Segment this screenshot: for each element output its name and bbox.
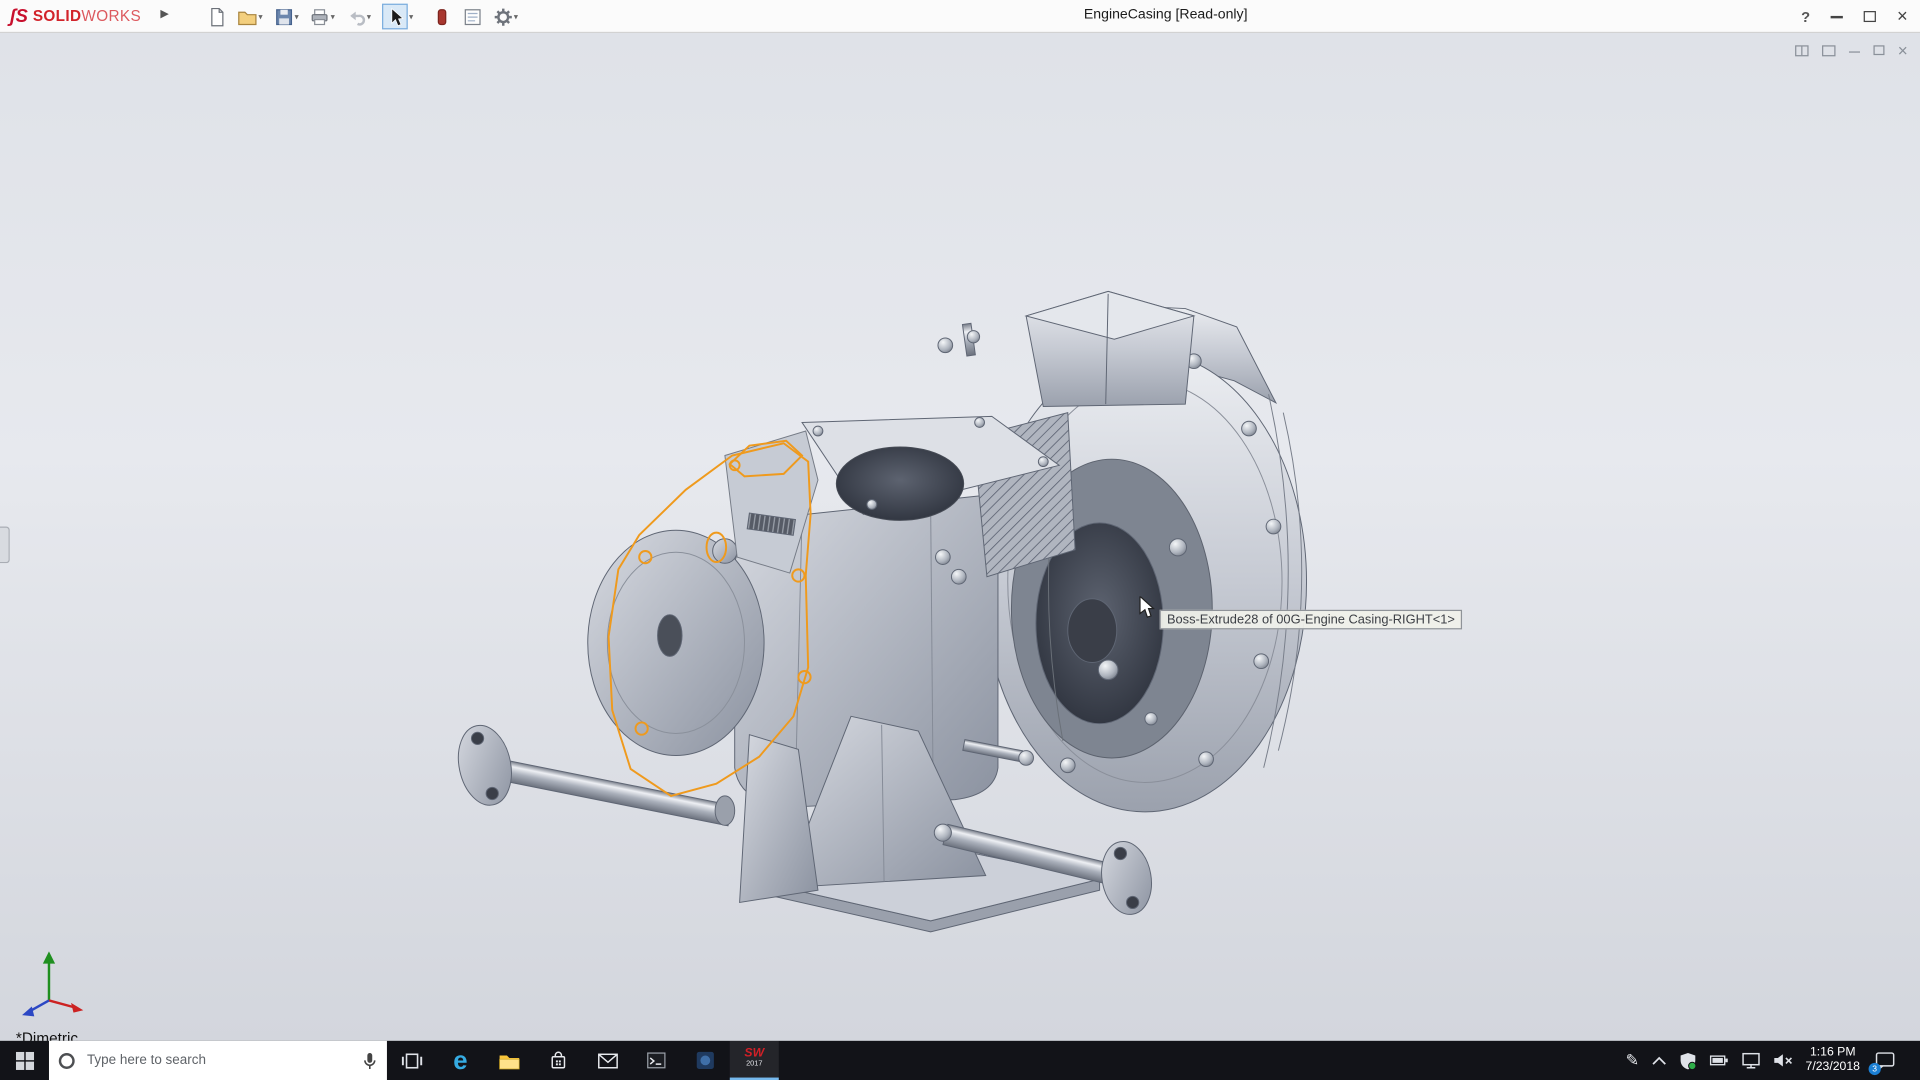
doc-minimize-button[interactable] [1849, 48, 1860, 52]
close-button[interactable]: × [1897, 7, 1908, 25]
file-explorer-icon [498, 1051, 520, 1069]
title-bar: ʃS SOLIDWORKS ▶ ▾ ▾ ▾ ▾ [0, 0, 1920, 33]
taskbar-app-mail[interactable] [583, 1041, 632, 1080]
tray-chevron-up[interactable] [1651, 1056, 1666, 1066]
print-icon [310, 7, 330, 27]
window-controls: ? × [1801, 0, 1908, 33]
print-dropdown-arrow-icon[interactable]: ▾ [331, 12, 335, 22]
triad-z-axis-icon [22, 1007, 34, 1017]
solidworks-taskbar-icon: SW [744, 1049, 764, 1061]
quick-access-toolbar: ▾ ▾ ▾ ▾ ▾ [206, 0, 520, 33]
solidworks-logo: ʃS SOLIDWORKS [10, 5, 141, 27]
mouse-cursor-icon [1139, 596, 1159, 618]
shield-icon [1678, 1051, 1696, 1069]
taskbar-clock[interactable]: 1:16 PM 7/23/2018 [1806, 1045, 1860, 1076]
chevron-up-icon [1651, 1056, 1666, 1066]
select-cursor-icon [385, 7, 405, 27]
options-dropdown-arrow-icon[interactable]: ▾ [514, 12, 518, 22]
ink-workspace-icon[interactable]: ✎ [1626, 1051, 1639, 1071]
network-tray-icon[interactable] [1741, 1052, 1761, 1069]
clock-date: 7/23/2018 [1806, 1060, 1860, 1075]
command-prompt-icon [647, 1052, 667, 1069]
volume-muted-icon [1772, 1052, 1793, 1069]
windows-logo-icon [15, 1051, 33, 1069]
solidworks-icon-year: 2017 [746, 1061, 762, 1070]
undo-dropdown-arrow-icon[interactable]: ▾ [367, 12, 371, 22]
edge-icon: e [453, 1048, 467, 1074]
print-button[interactable]: ▾ [309, 2, 337, 31]
triad-x-axis-icon [71, 1003, 83, 1013]
action-center-button[interactable]: 3 [1872, 1048, 1896, 1072]
graphics-viewport[interactable]: × Boss-Extrude28 of 00G-Engine Casing-RI… [0, 33, 1920, 1041]
select-tool-button[interactable]: ▾ [381, 2, 415, 31]
defender-tray-icon[interactable] [1678, 1051, 1696, 1069]
taskbar-search-box[interactable] [49, 1041, 387, 1080]
doc-close-button[interactable]: × [1898, 42, 1908, 59]
taskbar-app-edge[interactable]: e [436, 1041, 485, 1080]
open-button[interactable]: ▾ [236, 2, 264, 31]
battery-tray-icon[interactable] [1709, 1053, 1729, 1068]
options-button[interactable]: ▾ [492, 2, 520, 31]
addin-button[interactable] [431, 2, 453, 31]
logo-text-light: WORKS [81, 7, 141, 24]
document-window-controls: × [1795, 42, 1908, 59]
feature-tooltip: Boss-Extrude28 of 00G-Engine Casing-RIGH… [1160, 610, 1463, 630]
view-orientation-label: *Dimetric [16, 1030, 78, 1041]
new-document-icon [207, 7, 227, 27]
ds-logo-icon: ʃS [10, 6, 28, 27]
feature-tree-collapsed-tab[interactable] [0, 527, 10, 564]
notification-count-badge: 3 [1869, 1063, 1881, 1075]
new-document-button[interactable] [206, 2, 228, 31]
start-button[interactable] [0, 1041, 49, 1080]
engine-casing-model[interactable] [0, 33, 1920, 1041]
properties-button[interactable] [461, 2, 483, 31]
blue-app-icon [696, 1051, 716, 1071]
windows-taskbar: e [0, 1041, 1920, 1080]
taskbar-app-command-prompt[interactable] [632, 1041, 681, 1080]
save-dropdown-arrow-icon[interactable]: ▾ [295, 12, 299, 22]
select-tool-active-box [382, 4, 408, 30]
network-icon [1741, 1052, 1761, 1069]
battery-icon [1709, 1053, 1729, 1068]
pane-icon[interactable] [1822, 45, 1835, 56]
taskbar-app-blue[interactable] [681, 1041, 730, 1080]
open-dropdown-arrow-icon[interactable]: ▾ [258, 12, 262, 22]
help-button[interactable]: ? [1801, 8, 1810, 25]
volume-tray-icon[interactable] [1772, 1052, 1793, 1069]
save-icon [274, 7, 294, 27]
select-dropdown-arrow-icon[interactable]: ▾ [409, 12, 413, 22]
system-tray: ✎ [1626, 1041, 1920, 1080]
document-title: EngineCasing [Read-only] [1084, 7, 1248, 22]
options-gear-icon [493, 7, 513, 27]
maximize-button[interactable] [1864, 11, 1876, 22]
triad-y-axis-icon [43, 951, 55, 963]
minimize-button[interactable] [1831, 15, 1843, 19]
undo-button[interactable]: ▾ [345, 2, 373, 31]
task-view-button[interactable] [387, 1041, 436, 1080]
taskbar-app-store[interactable] [534, 1041, 583, 1080]
store-icon [549, 1051, 569, 1071]
clock-time: 1:16 PM [1806, 1045, 1860, 1060]
taskbar-app-file-explorer[interactable] [485, 1041, 534, 1080]
toolbar-flyout-arrow-icon[interactable]: ▶ [160, 7, 168, 20]
properties-sheet-icon [462, 7, 482, 27]
mail-icon [597, 1052, 618, 1068]
cortana-icon [59, 1052, 75, 1068]
save-button[interactable]: ▾ [272, 2, 300, 31]
addin-icon [432, 7, 452, 27]
split-pane-icon[interactable] [1795, 45, 1808, 56]
solidworks-window: ʃS SOLIDWORKS ▶ ▾ ▾ ▾ ▾ [0, 0, 1920, 1080]
reference-triad[interactable] [15, 944, 88, 1020]
doc-restore-button[interactable] [1873, 45, 1884, 55]
microphone-icon[interactable] [362, 1051, 377, 1069]
undo-icon [346, 7, 366, 27]
search-input[interactable] [84, 1052, 352, 1069]
logo-text-bold: SOLID [33, 7, 82, 24]
taskbar-app-solidworks-active[interactable]: SW 2017 [730, 1041, 779, 1080]
open-folder-icon [238, 7, 258, 27]
task-view-icon [401, 1051, 422, 1069]
